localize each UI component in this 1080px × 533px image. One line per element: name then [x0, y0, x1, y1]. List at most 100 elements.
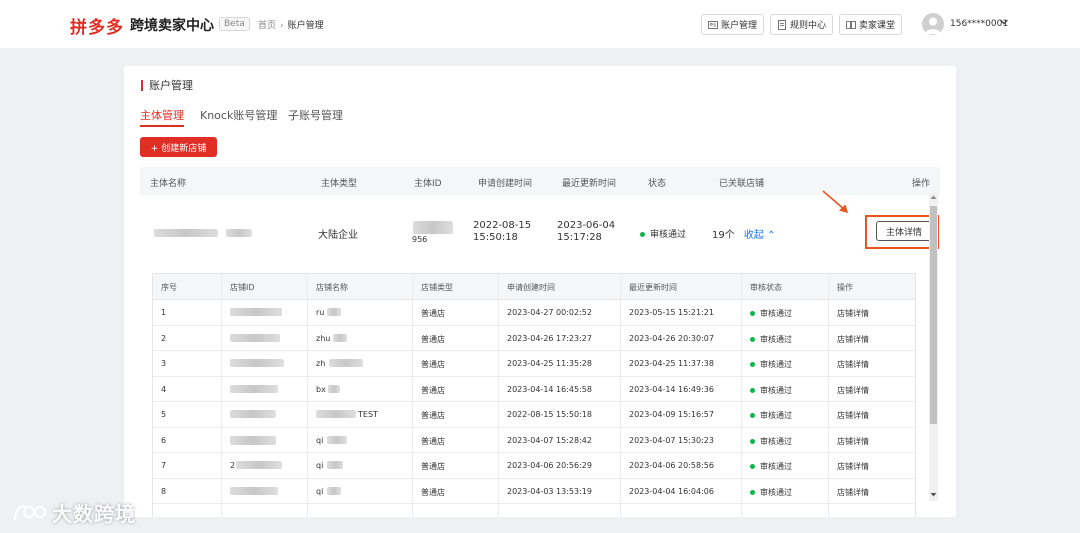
entity-created-time: 15:50:18	[473, 232, 518, 243]
status-dot	[750, 489, 755, 495]
entity-id-suffix: 956	[412, 235, 428, 244]
account-management-button[interactable]: 账户管理	[701, 14, 765, 35]
table-row: 5 TEST 普通店 2022-08-15 15:50:18 2023-04-0…	[153, 402, 915, 428]
shop-status-text: 审核通过	[760, 385, 792, 395]
redacted-shop-name	[327, 461, 343, 469]
status-dot	[750, 311, 755, 316]
tab-knock-account[interactable]: Knock账号管理	[200, 107, 277, 123]
shop-created: 2023-04-07 15:28:42	[507, 435, 592, 445]
shop-type: 普通店	[421, 487, 445, 497]
collapse-toggle[interactable]: 收起 ⌃	[744, 230, 776, 241]
status-dot	[750, 438, 755, 444]
shop-updated: 2023-05-15 15:21:21	[629, 308, 714, 317]
user-icon	[925, 17, 941, 34]
shop-table-header: 序号 店铺ID 店铺名称 店铺类型 申请创建时间 最近更新时间 审核状态 操作	[153, 274, 915, 300]
shop-status: 审核通过	[750, 385, 792, 396]
scroll-down-icon[interactable]	[930, 492, 937, 498]
shop-updated: 2023-04-14 16:49:36	[629, 384, 714, 394]
shop-created: 2023-04-27 00:02:52	[507, 308, 592, 317]
shop-type: 普通店	[421, 411, 445, 420]
status-dot	[640, 232, 645, 237]
entity-status-text: 审核通过	[650, 230, 687, 240]
main-table-header: 主体名称 主体类型 主体ID 申请创建时间 最近更新时间 状态 已关联店铺 操作	[140, 167, 940, 195]
entity-detail-button[interactable]: 主体详情	[876, 221, 932, 241]
shop-updated: 2023-04-25 11:37:38	[629, 359, 714, 368]
shop-status: 审核通过	[750, 308, 792, 319]
shop-status: 审核通过	[750, 359, 792, 370]
linked-shops-count: 19个	[712, 230, 735, 241]
entity-status: 审核通过	[640, 227, 686, 240]
shop-detail-link[interactable]: 店铺详情	[837, 410, 869, 421]
table-row: 7 2 qi 普通店 2023-04-06 20:56:29 2023-04-0…	[153, 453, 915, 479]
create-shop-button[interactable]: + 创建新店铺	[140, 137, 217, 157]
chevron-up-icon: ⌃	[767, 230, 776, 241]
shop-status: 审核通过	[750, 487, 792, 498]
shop-updated: 2023-04-06 20:58:56	[629, 461, 714, 470]
redacted-shop-name	[328, 384, 340, 393]
redacted-shop-id	[230, 308, 282, 316]
col-updated: 最近更新时间	[562, 179, 617, 189]
col-action: 操作	[912, 179, 931, 189]
rules-center-button[interactable]: 规则中心	[770, 14, 834, 35]
breadcrumb-separator-icon: ›	[280, 21, 284, 31]
shop-updated: 2023-04-26 20:30:07	[629, 333, 714, 343]
redacted-shop-name	[329, 359, 363, 367]
shop-detail-link[interactable]: 店铺详情	[837, 385, 869, 396]
scroll-up-icon[interactable]	[930, 194, 937, 200]
shop-status-text: 审核通过	[760, 487, 792, 497]
redacted-shop-name	[327, 308, 341, 316]
shop-type: 普通店	[421, 360, 445, 369]
shop-created: 2023-04-26 17:23:27	[507, 333, 592, 343]
scrollbar-thumb[interactable]	[930, 206, 937, 424]
shop-name: ru	[316, 308, 325, 317]
entity-updated-time: 15:17:28	[557, 232, 602, 243]
table-row: 8 qi 普通店 2023-04-03 13:53:19 2023-04-04 …	[153, 479, 915, 504]
redacted-shop-id	[230, 359, 284, 367]
col-shop-action: 操作	[837, 283, 853, 292]
redacted-shop-id	[236, 461, 282, 469]
shop-created: 2023-04-03 13:53:19	[507, 486, 592, 496]
shop-name: qi	[316, 435, 324, 445]
watermark-logo-icon	[13, 504, 46, 520]
col-status: 状态	[648, 179, 667, 189]
chevron-down-icon[interactable]	[999, 17, 1009, 27]
seller-class-button[interactable]: 卖家课堂	[839, 14, 903, 35]
shop-detail-link[interactable]: 店铺详情	[837, 436, 869, 447]
table-row: 1 ru 普通店 2023-04-27 00:02:52 2023-05-15 …	[153, 300, 915, 326]
row-index: 4	[161, 384, 167, 394]
col-shop-type: 店铺类型	[421, 283, 453, 292]
shop-type: 普通店	[421, 309, 445, 318]
tab-entity-management[interactable]: 主体管理	[140, 107, 184, 123]
shop-type: 普通店	[421, 436, 445, 446]
row-index: 6	[161, 435, 167, 445]
pinduoduo-logo[interactable]: 拼多多	[70, 13, 124, 38]
redacted-shop-name	[333, 333, 347, 342]
redacted-shop-id	[230, 384, 278, 393]
shop-detail-link[interactable]: 店铺详情	[837, 359, 869, 370]
shop-detail-link[interactable]: 店铺详情	[837, 487, 869, 498]
row-index: 7	[161, 461, 167, 470]
shop-detail-link[interactable]: 店铺详情	[837, 461, 869, 472]
entity-created-date: 2022-08-15	[473, 220, 532, 231]
shop-name: qi	[316, 486, 324, 496]
tab-sub-account[interactable]: 子账号管理	[288, 107, 343, 123]
shop-name: qi	[316, 461, 324, 470]
breadcrumb-home[interactable]: 首页	[258, 21, 276, 31]
avatar[interactable]	[922, 13, 944, 35]
redacted-shop-name	[316, 410, 356, 418]
shop-status: 审核通过	[750, 334, 792, 345]
shop-status-text: 审核通过	[760, 411, 792, 420]
shop-created: 2023-04-14 16:45:58	[507, 384, 592, 394]
shop-detail-link[interactable]: 店铺详情	[837, 308, 869, 319]
shop-detail-link[interactable]: 店铺详情	[837, 334, 869, 345]
redacted-entity-id	[413, 221, 453, 234]
beta-badge: Beta	[219, 17, 250, 31]
table-row: 2 zhu 普通店 2023-04-26 17:23:27 2023-04-26…	[153, 326, 915, 351]
entity-created: 2022-08-15 15:50:18	[473, 220, 531, 244]
shop-created: 2022-08-15 15:50:18	[507, 410, 592, 419]
shop-status-text: 审核通过	[760, 334, 792, 344]
table-row: 3 zh 普通店 2023-04-25 11:35:28 2023-04-25 …	[153, 351, 915, 377]
col-entity-type: 主体类型	[321, 179, 358, 189]
shop-created: 2023-04-25 11:35:28	[507, 359, 592, 368]
row-index: 3	[161, 359, 167, 368]
